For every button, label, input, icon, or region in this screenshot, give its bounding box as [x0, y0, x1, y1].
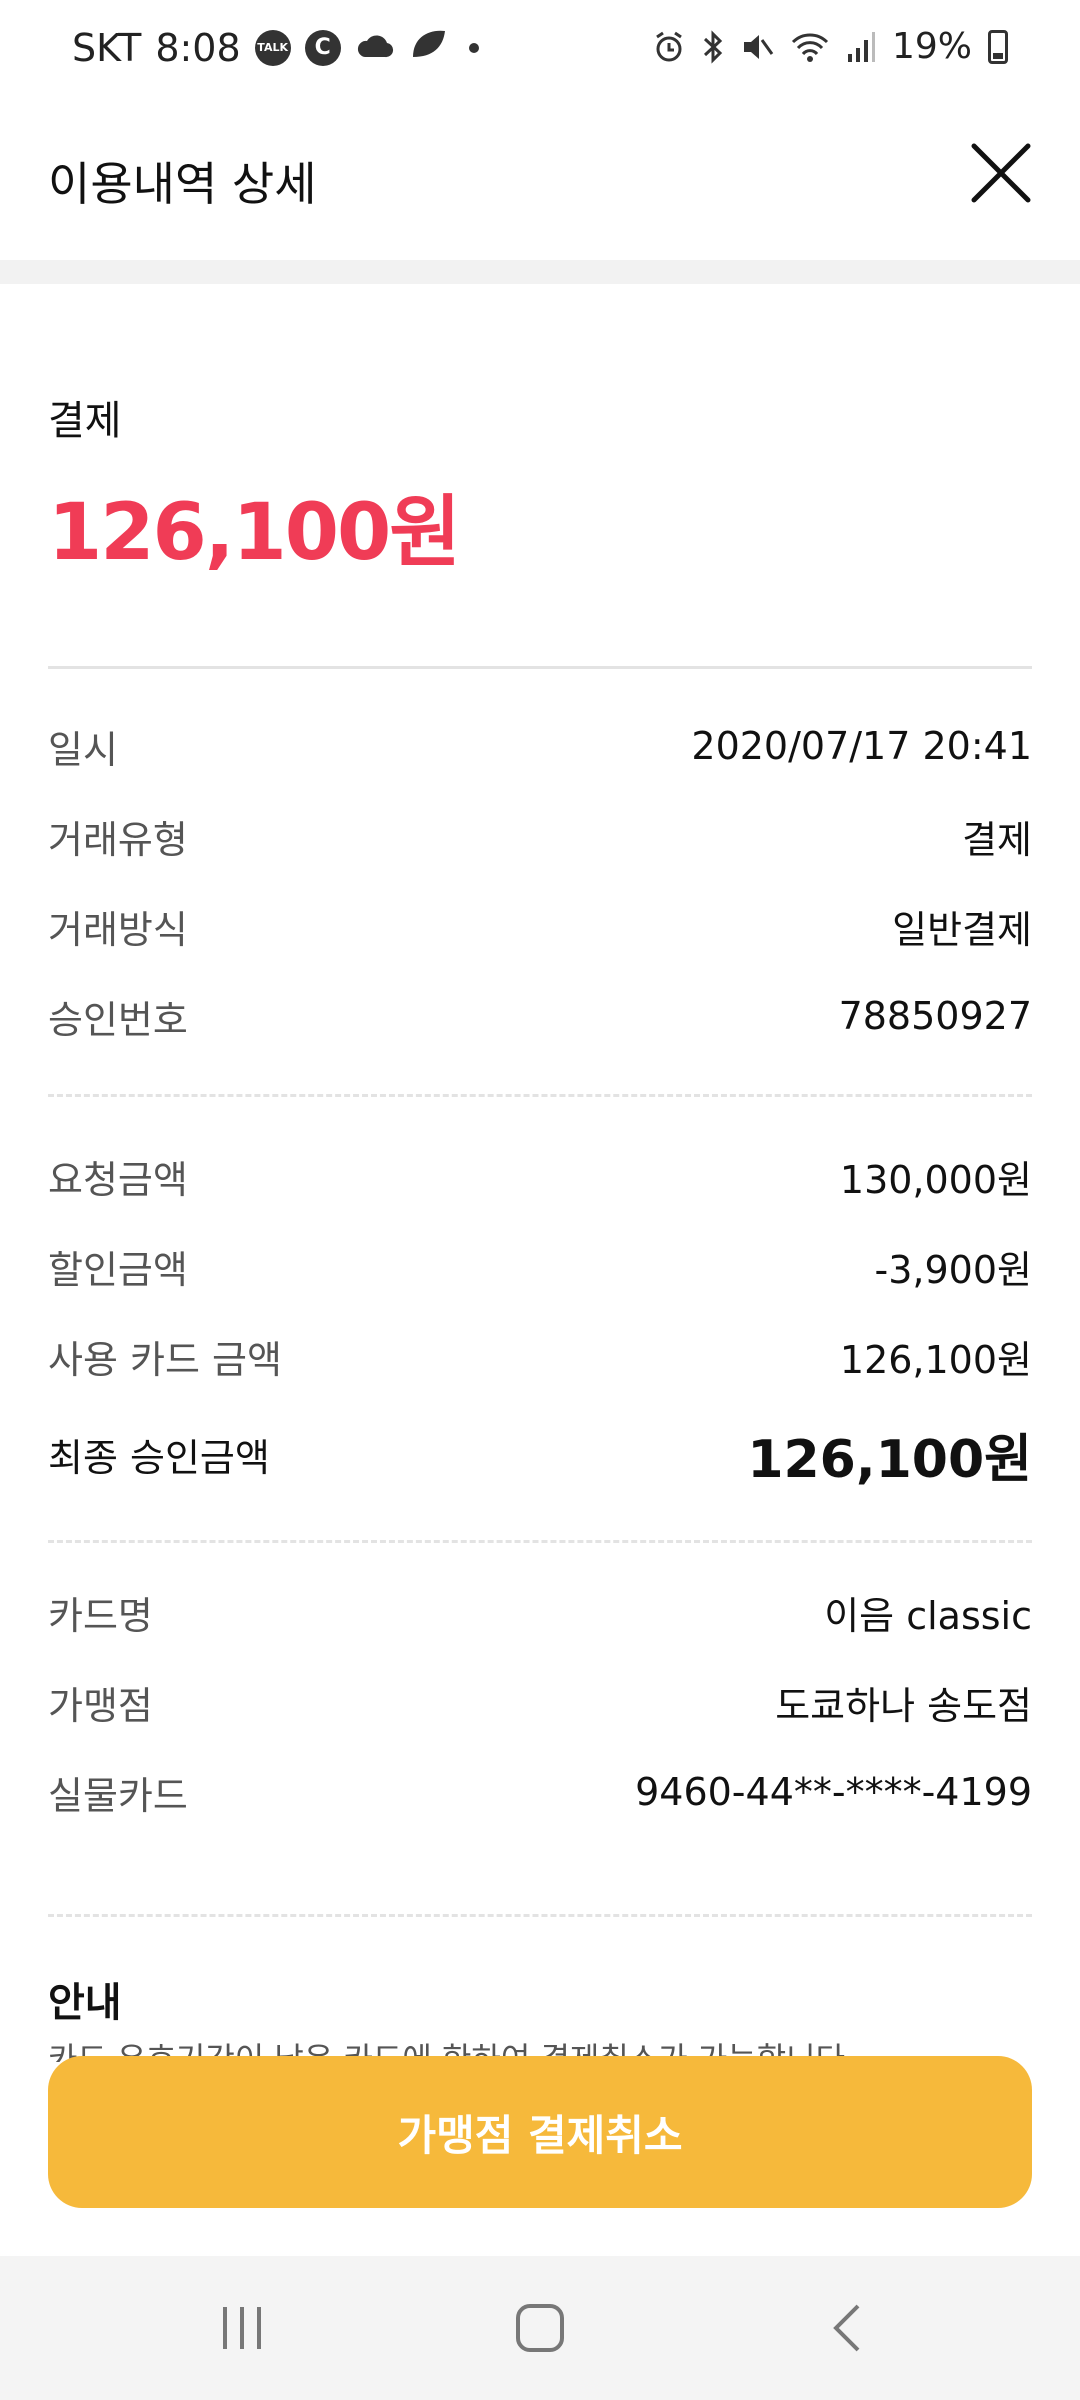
- cloud-sync-icon: [355, 26, 395, 70]
- final-amount-value: 126,100원: [747, 1429, 1032, 1490]
- status-right: 19%: [652, 26, 1008, 67]
- detail-label: 거래방식: [48, 907, 188, 952]
- card-row-name: 카드명 이음 classic: [48, 1582, 1032, 1642]
- close-icon: [971, 143, 1031, 203]
- section-divider: [48, 1540, 1032, 1543]
- back-button[interactable]: [808, 2298, 888, 2358]
- detail-row-method: 거래방식 일반결제: [48, 896, 1032, 956]
- kakaotalk-icon: TALK: [254, 30, 291, 66]
- clock: 8:08: [155, 26, 241, 70]
- amount-value: 130,000원: [839, 1157, 1032, 1202]
- amount-label: 사용 카드 금액: [48, 1337, 282, 1382]
- bluetooth-icon: [702, 29, 724, 64]
- final-approved-amount-row: 최종 승인금액 126,100원: [48, 1424, 1032, 1490]
- status-left: SKT 8:08 TALK C: [72, 26, 479, 70]
- amount-value: 126,100원: [839, 1337, 1032, 1382]
- detail-label: 승인번호: [48, 997, 188, 1042]
- amount-row-requested: 요청금액 130,000원: [48, 1146, 1032, 1206]
- back-icon: [833, 2304, 860, 2352]
- detail-label: 거래유형: [48, 817, 188, 862]
- card-row-merchant: 가맹점 도쿄하나 송도점: [48, 1672, 1032, 1732]
- detail-row-datetime: 일시 2020/07/17 20:41: [48, 716, 1032, 776]
- amount-label: 할인금액: [48, 1247, 188, 1292]
- transaction-amount: 126,100원: [48, 488, 461, 578]
- card-value: 9460-44**-****-4199: [635, 1770, 1032, 1814]
- amount-row-card-used: 사용 카드 금액 126,100원: [48, 1326, 1032, 1386]
- amount-value: -3,900원: [874, 1247, 1032, 1292]
- signal-icon: [846, 30, 876, 64]
- detail-value: 일반결제: [892, 907, 1032, 952]
- header: 이용내역 상세: [0, 108, 1080, 260]
- page-title: 이용내역 상세: [48, 157, 317, 211]
- recents-button[interactable]: [202, 2298, 282, 2358]
- card-label: 가맹점: [48, 1683, 153, 1728]
- battery-percent: 19%: [891, 26, 972, 67]
- section-divider: [48, 1094, 1032, 1097]
- c-notification-icon: C: [304, 30, 341, 66]
- home-button[interactable]: [500, 2298, 580, 2358]
- detail-value: 78850927: [838, 994, 1032, 1038]
- mute-icon: [740, 30, 774, 64]
- section-divider: [48, 1914, 1032, 1917]
- amount-row-discount: 할인금액 -3,900원: [48, 1236, 1032, 1296]
- transaction-type-label: 결제: [48, 398, 122, 444]
- carrier-label: SKT: [72, 26, 142, 70]
- card-row-physical-card: 실물카드 9460-44**-****-4199: [48, 1762, 1032, 1822]
- detail-row-type: 거래유형 결제: [48, 806, 1032, 866]
- merchant-cancel-payment-button[interactable]: 가맹점 결제취소: [48, 2056, 1032, 2208]
- notice-title: 안내: [48, 1980, 122, 2026]
- header-divider: [0, 260, 1080, 284]
- wifi-icon: [790, 30, 830, 64]
- card-label: 실물카드: [48, 1773, 188, 1818]
- amount-label: 요청금액: [48, 1157, 188, 1202]
- card-label: 카드명: [48, 1593, 153, 1638]
- recents-icon: [223, 2307, 261, 2349]
- system-nav-bar: [0, 2256, 1080, 2400]
- leaf-notification-icon: [409, 26, 449, 70]
- card-value: 이음 classic: [824, 1593, 1032, 1638]
- final-amount-label: 최종 승인금액: [48, 1435, 270, 1480]
- detail-value: 결제: [962, 817, 1032, 862]
- card-value: 도쿄하나 송도점: [775, 1683, 1032, 1728]
- summary-divider: [48, 666, 1032, 669]
- close-button[interactable]: [966, 138, 1036, 208]
- detail-value: 2020/07/17 20:41: [691, 724, 1032, 768]
- detail-row-approval-number: 승인번호 78850927: [48, 986, 1032, 1046]
- battery-icon: [988, 29, 1008, 64]
- detail-label: 일시: [48, 727, 118, 772]
- home-icon: [516, 2304, 564, 2352]
- more-notifications-dot-icon: [468, 43, 479, 53]
- status-bar: SKT 8:08 TALK C 19%: [0, 0, 1080, 108]
- alarm-icon: [652, 30, 686, 64]
